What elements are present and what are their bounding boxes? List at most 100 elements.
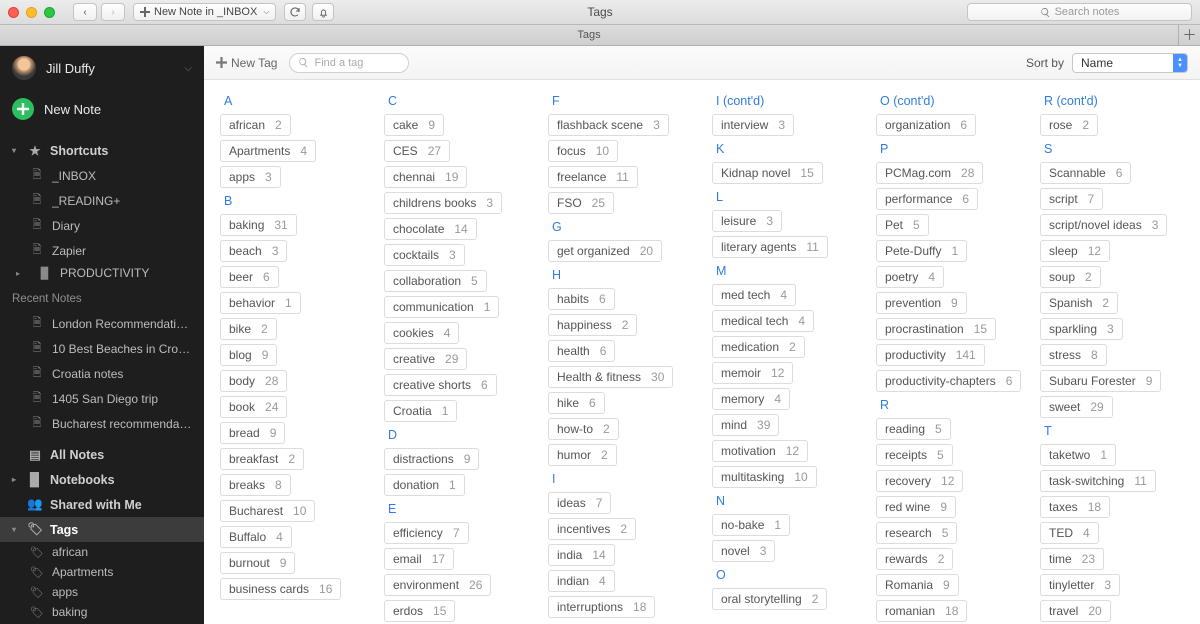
- activity-button[interactable]: [312, 3, 334, 21]
- tag-pill[interactable]: ideas7: [548, 492, 611, 514]
- tag-pill[interactable]: Health & fitness30: [548, 366, 673, 388]
- tag-pill[interactable]: recovery12: [876, 470, 963, 492]
- recent-note-item[interactable]: 🗎1405 San Diego trip: [0, 386, 204, 411]
- add-tab-button[interactable]: ＋: [1178, 25, 1200, 46]
- tag-pill[interactable]: leisure3: [712, 210, 782, 232]
- recent-note-item[interactable]: 🗎Bucharest recommendations for v...: [0, 411, 204, 436]
- tag-pill[interactable]: habits6: [548, 288, 615, 310]
- tag-pill[interactable]: Croatia1: [384, 400, 457, 422]
- shortcut-item[interactable]: ▸▉PRODUCTIVITY: [0, 263, 204, 283]
- tag-pill[interactable]: reading5: [876, 418, 951, 440]
- tag-pill[interactable]: sweet29: [1040, 396, 1113, 418]
- sidebar-tag-item[interactable]: 🏷african: [0, 542, 204, 562]
- tags-section[interactable]: ▾ 🏷 Tags: [0, 517, 204, 542]
- tag-pill[interactable]: freelance11: [548, 166, 638, 188]
- tag-pill[interactable]: rose2: [1040, 114, 1098, 136]
- tag-pill[interactable]: FSO25: [548, 192, 614, 214]
- tag-pill[interactable]: get organized20: [548, 240, 662, 262]
- tag-pill[interactable]: breaks8: [220, 474, 291, 496]
- shortcuts-header[interactable]: ▾ ★ Shortcuts: [0, 138, 204, 163]
- tag-pill[interactable]: taxes18: [1040, 496, 1110, 518]
- tag-pill[interactable]: procrastination15: [876, 318, 996, 340]
- all-notes[interactable]: ▤ All Notes: [0, 442, 204, 467]
- recent-note-item[interactable]: 🗎London Recommendations: [0, 311, 204, 336]
- tag-pill[interactable]: novel3: [712, 540, 775, 562]
- tag-pill[interactable]: PCMag.com28: [876, 162, 983, 184]
- tag-pill[interactable]: Spanish2: [1040, 292, 1118, 314]
- tag-pill[interactable]: humor2: [548, 444, 617, 466]
- tag-pill[interactable]: body28: [220, 370, 287, 392]
- tag-pill[interactable]: behavior1: [220, 292, 301, 314]
- tag-pill[interactable]: poetry4: [876, 266, 944, 288]
- tag-pill[interactable]: script/novel ideas3: [1040, 214, 1167, 236]
- tag-pill[interactable]: multitasking10: [712, 466, 817, 488]
- tag-pill[interactable]: stress8: [1040, 344, 1107, 366]
- shortcut-item[interactable]: 🗎_INBOX: [0, 163, 204, 188]
- tag-pill[interactable]: childrens books3: [384, 192, 502, 214]
- sort-select[interactable]: Name ▲▼: [1072, 53, 1188, 73]
- recent-note-item[interactable]: 🗎10 Best Beaches in Croatia for Fa...: [0, 336, 204, 361]
- tag-pill[interactable]: interview3: [712, 114, 794, 136]
- tag-pill[interactable]: bread9: [220, 422, 285, 444]
- tag-pill[interactable]: mind39: [712, 414, 779, 436]
- tag-pill[interactable]: donation1: [384, 474, 465, 496]
- new-note-dropdown[interactable]: New Note in _INBOX ⌵: [133, 3, 276, 21]
- tag-pill[interactable]: research5: [876, 522, 957, 544]
- tag-pill[interactable]: flashback scene3: [548, 114, 669, 136]
- tag-pill[interactable]: medical tech4: [712, 310, 814, 332]
- tag-pill[interactable]: receipts5: [876, 444, 953, 466]
- tag-pill[interactable]: Bucharest10: [220, 500, 315, 522]
- tag-pill[interactable]: how-to2: [548, 418, 619, 440]
- shared-with-me[interactable]: 👥 Shared with Me: [0, 492, 204, 517]
- tag-pill[interactable]: rewards2: [876, 548, 953, 570]
- tag-pill[interactable]: Subaru Forester9: [1040, 370, 1161, 392]
- tag-pill[interactable]: beach3: [220, 240, 287, 262]
- tag-pill[interactable]: Pet5: [876, 214, 929, 236]
- tag-pill[interactable]: performance6: [876, 188, 978, 210]
- tag-pill[interactable]: medication2: [712, 336, 805, 358]
- tag-pill[interactable]: burnout9: [220, 552, 295, 574]
- back-button[interactable]: ‹: [73, 3, 97, 21]
- account-menu[interactable]: Jill Duffy ⌵: [0, 46, 204, 90]
- tag-pill[interactable]: email17: [384, 548, 454, 570]
- tag-pill[interactable]: efficiency7: [384, 522, 469, 544]
- tag-pill[interactable]: apps3: [220, 166, 281, 188]
- tag-pill[interactable]: no-bake1: [712, 514, 790, 536]
- tag-pill[interactable]: taketwo1: [1040, 444, 1116, 466]
- tag-pill[interactable]: distractions9: [384, 448, 479, 470]
- tag-pill[interactable]: environment26: [384, 574, 491, 596]
- new-note-button[interactable]: New Note: [0, 90, 204, 134]
- shortcut-item[interactable]: 🗎Diary: [0, 213, 204, 238]
- tag-pill[interactable]: Apartments4: [220, 140, 316, 162]
- tab-tags[interactable]: Tags: [0, 29, 1178, 41]
- tag-pill[interactable]: tinyletter3: [1040, 574, 1120, 596]
- tag-pill[interactable]: bike2: [220, 318, 277, 340]
- tag-pill[interactable]: memory4: [712, 388, 790, 410]
- tag-pill[interactable]: india14: [548, 544, 615, 566]
- tag-pill[interactable]: blog9: [220, 344, 277, 366]
- tag-pill[interactable]: indian4: [548, 570, 615, 592]
- tag-pill[interactable]: book24: [220, 396, 287, 418]
- tag-pill[interactable]: organization6: [876, 114, 976, 136]
- tag-pill[interactable]: memoir12: [712, 362, 793, 384]
- tag-pill[interactable]: health6: [548, 340, 615, 362]
- tag-pill[interactable]: chocolate14: [384, 218, 477, 240]
- tag-pill[interactable]: cake9: [384, 114, 444, 136]
- tag-pill[interactable]: Pete-Duffy1: [876, 240, 967, 262]
- tag-pill[interactable]: chennai19: [384, 166, 467, 188]
- tag-pill[interactable]: hike6: [548, 392, 605, 414]
- tag-pill[interactable]: productivity141: [876, 344, 985, 366]
- tag-pill[interactable]: soup2: [1040, 266, 1101, 288]
- zoom-icon[interactable]: [44, 7, 55, 18]
- tag-pill[interactable]: CES27: [384, 140, 450, 162]
- sidebar-tag-item[interactable]: 🏷baking: [0, 602, 204, 622]
- tag-pill[interactable]: productivity-chapters6: [876, 370, 1021, 392]
- tag-pill[interactable]: interruptions18: [548, 596, 655, 618]
- shortcut-item[interactable]: 🗎Zapier: [0, 238, 204, 263]
- tag-pill[interactable]: script7: [1040, 188, 1103, 210]
- tag-pill[interactable]: Romania9: [876, 574, 959, 596]
- tag-pill[interactable]: task-switching11: [1040, 470, 1156, 492]
- tag-pill[interactable]: literary agents11: [712, 236, 828, 258]
- tag-pill[interactable]: red wine9: [876, 496, 956, 518]
- tag-pill[interactable]: focus10: [548, 140, 618, 162]
